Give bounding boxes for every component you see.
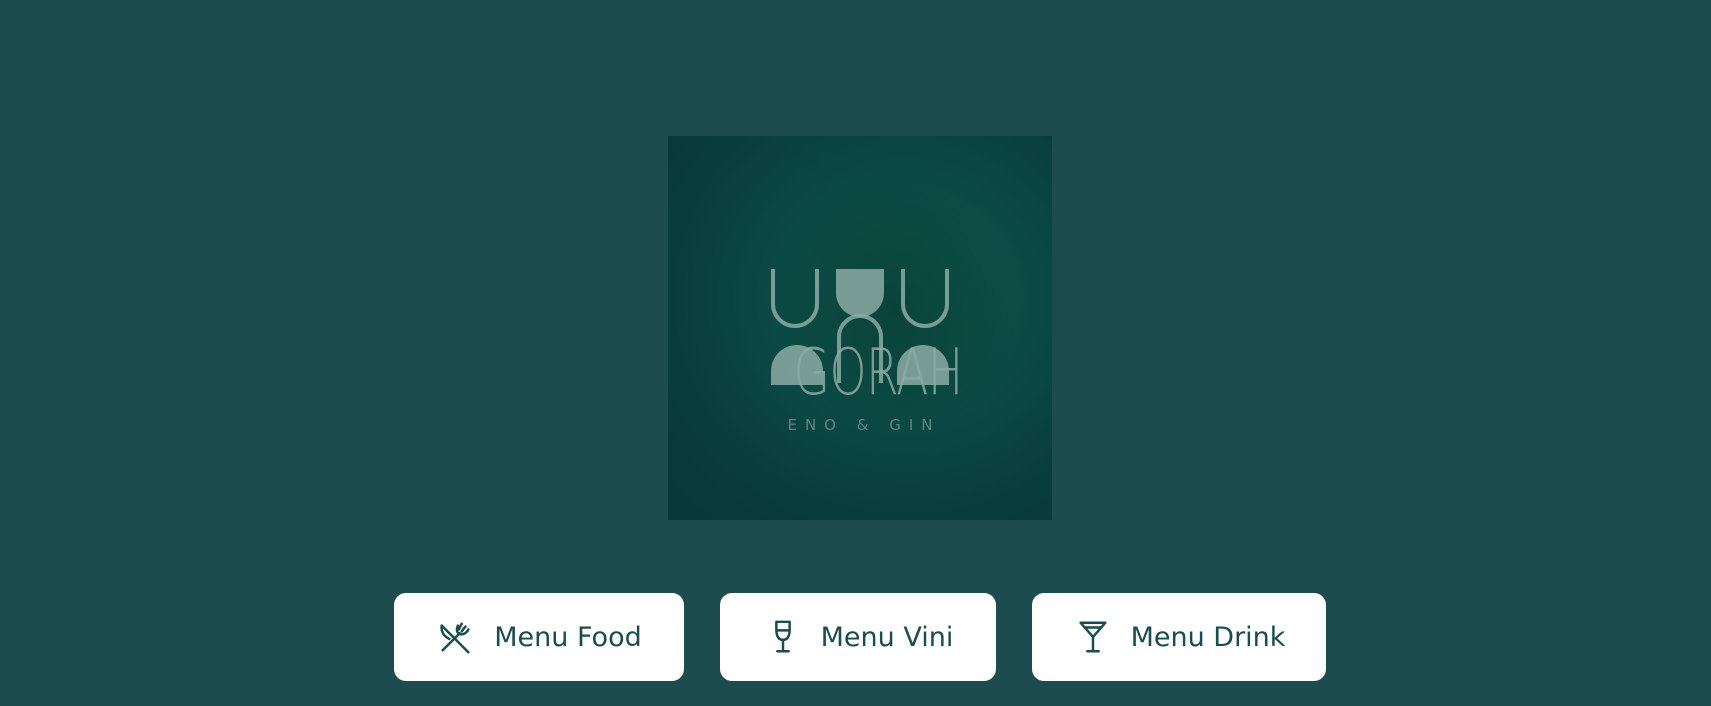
brand-logo: GORAH ENO & GIN [668,136,1052,520]
menu-drink-button[interactable]: Menu Drink [1032,593,1326,681]
menu-vini-label: Menu Vini [820,621,954,653]
logo-tagline: ENO & GIN [787,416,941,434]
menu-food-label: Menu Food [494,621,642,653]
cocktail-glass-icon [1073,617,1113,657]
fork-knife-icon [436,617,476,657]
menu-vini-button[interactable]: Menu Vini [720,593,996,681]
logo-wordmark: GORAH [793,336,963,410]
wine-glass-icon [763,617,803,657]
menu-drink-label: Menu Drink [1130,621,1286,653]
page: GORAH ENO & GIN Menu Food Menu Vini Menu… [0,0,1711,706]
menu-food-button[interactable]: Menu Food [394,593,684,681]
